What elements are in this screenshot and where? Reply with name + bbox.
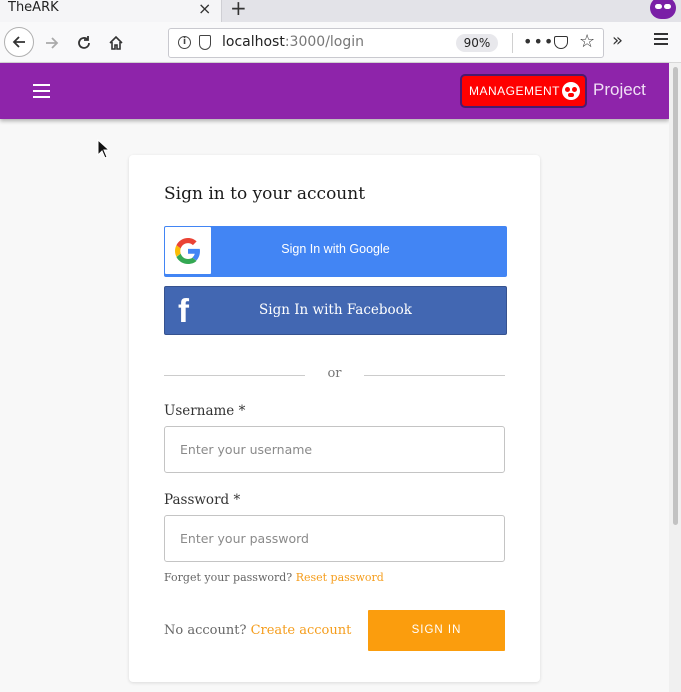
- new-tab-button[interactable]: +: [230, 0, 247, 20]
- create-account-link[interactable]: Create account: [251, 623, 352, 638]
- forward-button[interactable]: [38, 29, 66, 57]
- divider-line-right: [364, 375, 505, 376]
- pocket-icon[interactable]: [554, 36, 568, 49]
- private-mask-icon[interactable]: [650, 0, 676, 19]
- browser-tab[interactable]: TheARK ×: [0, 0, 222, 22]
- mouse-cursor-icon: [97, 139, 111, 159]
- forgot-password-text: Forget your password?: [164, 571, 293, 584]
- back-button[interactable]: [4, 27, 34, 57]
- info-icon[interactable]: i: [178, 36, 191, 49]
- reload-icon: [78, 36, 90, 49]
- management-button[interactable]: MANAGEMENT: [460, 74, 587, 108]
- password-input[interactable]: [165, 516, 504, 561]
- browser-navigation-bar: i localhost:3000/login 90% ••• ☆ »: [0, 22, 681, 63]
- reset-password-link[interactable]: Reset password: [296, 571, 384, 584]
- tab-close-icon[interactable]: ×: [198, 0, 211, 18]
- bookmark-star-icon[interactable]: ☆: [579, 31, 595, 52]
- login-card: Sign in to your account Sign In with Goo…: [129, 155, 540, 682]
- or-divider: or: [164, 364, 505, 384]
- hamburger-menu-icon[interactable]: [33, 84, 51, 98]
- project-label[interactable]: Project: [593, 80, 646, 100]
- browser-tab-bar: TheARK × +: [0, 0, 681, 22]
- theater-mask-icon: [562, 82, 580, 100]
- reload-button[interactable]: [70, 29, 98, 57]
- no-account-row: No account? Create account: [164, 623, 351, 638]
- url-bar[interactable]: i localhost:3000/login 90% ••• ☆: [168, 28, 604, 58]
- page-actions-button[interactable]: •••: [523, 32, 554, 51]
- signin-button[interactable]: SIGN IN: [368, 610, 505, 651]
- scrollbar-thumb[interactable]: [673, 67, 678, 525]
- url-bar-divider: [512, 33, 513, 53]
- username-field[interactable]: [164, 426, 505, 473]
- or-text: or: [327, 366, 342, 381]
- arrow-left-icon: [12, 36, 25, 48]
- home-button[interactable]: [102, 29, 130, 57]
- password-label: Password *: [164, 492, 241, 508]
- password-field[interactable]: [164, 515, 505, 562]
- home-icon: [109, 35, 123, 50]
- tracking-shield-icon[interactable]: [199, 35, 211, 50]
- overflow-menu-button[interactable]: »: [612, 30, 623, 51]
- facebook-signin-label: Sign In with Facebook: [259, 302, 412, 318]
- arrow-right-icon: [46, 37, 59, 49]
- tab-title: TheARK: [8, 0, 59, 15]
- google-signin-button[interactable]: Sign In with Google: [164, 226, 507, 277]
- google-signin-label: Sign In with Google: [281, 242, 390, 256]
- url-text[interactable]: localhost:3000/login: [222, 34, 364, 50]
- username-label: Username *: [164, 403, 246, 419]
- zoom-level-badge[interactable]: 90%: [456, 34, 498, 52]
- username-input[interactable]: [165, 427, 504, 472]
- page-title: Sign in to your account: [164, 184, 366, 204]
- facebook-signin-button[interactable]: f Sign In with Facebook: [164, 286, 507, 335]
- no-account-text: No account?: [164, 623, 247, 638]
- browser-menu-icon[interactable]: [654, 30, 670, 48]
- app-header: MANAGEMENT Project: [0, 63, 669, 119]
- management-label: MANAGEMENT: [469, 84, 561, 98]
- forgot-password-row: Forget your password? Reset password: [164, 571, 384, 584]
